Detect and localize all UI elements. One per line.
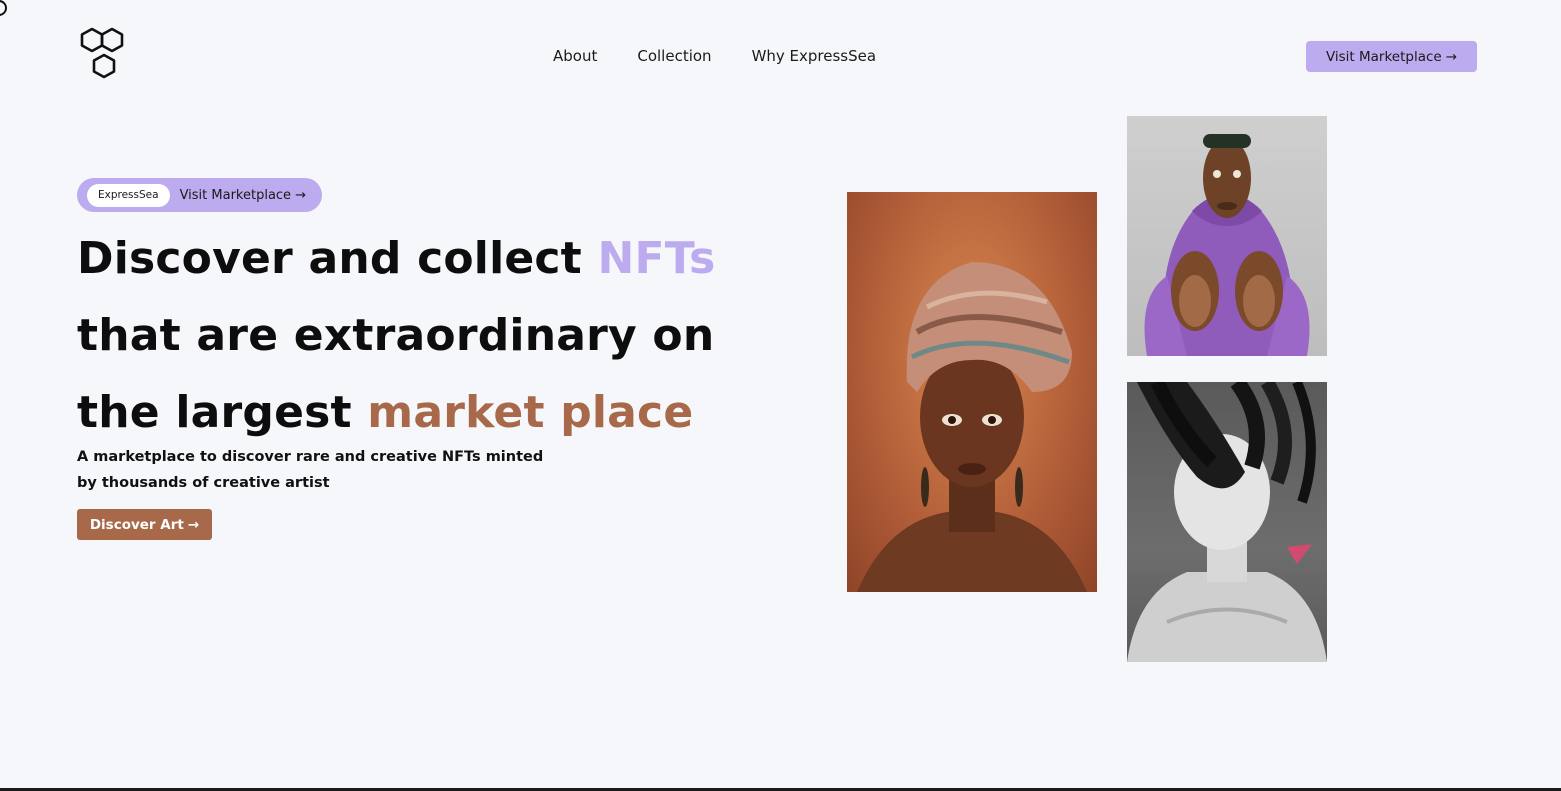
hero-pill[interactable]: ExpressSea Visit Marketplace → [77,178,322,212]
main-nav: About Collection Why ExpressSea [553,46,876,66]
nft-art-woman-headwrap[interactable] [847,192,1097,592]
discover-art-button[interactable]: Discover Art → [77,509,212,540]
hero-headline: Discover and collect NFTs that are extra… [77,220,777,451]
corner-circle-mark [0,0,7,16]
headline-accent-nfts: NFTs [597,233,716,284]
nft-art-purple-hoodie[interactable] [1127,116,1327,356]
arrow-right-icon: → [295,187,306,203]
arrow-right-icon: → [187,516,200,533]
headline-line-2: that are extraordinary on [77,310,715,361]
arrow-right-icon: → [1445,48,1458,65]
pill-tag: ExpressSea [87,183,170,207]
nav-why-expresssea[interactable]: Why ExpressSea [752,46,877,66]
headline-line-3: the largest market place [77,374,777,451]
headline-text: Discover and collect [77,233,598,284]
nft-art-grayscale-bust[interactable] [1127,382,1327,662]
nav-about[interactable]: About [553,46,597,66]
hexagon-logo-icon[interactable] [78,27,132,81]
headline-accent-market-place: market place [367,387,694,438]
headline-text: the largest [77,387,368,438]
pill-link-label: Visit Marketplace [179,187,292,203]
discover-art-label: Discover Art [89,516,184,533]
pill-link[interactable]: Visit Marketplace → [180,188,306,203]
nav-collection[interactable]: Collection [637,46,711,66]
visit-marketplace-button[interactable]: Visit Marketplace → [1306,41,1477,72]
visit-marketplace-label: Visit Marketplace [1325,48,1442,65]
headline-line-1: Discover and collect NFTs [77,220,777,297]
hero-subtext: A marketplace to discover rare and creat… [77,449,544,491]
